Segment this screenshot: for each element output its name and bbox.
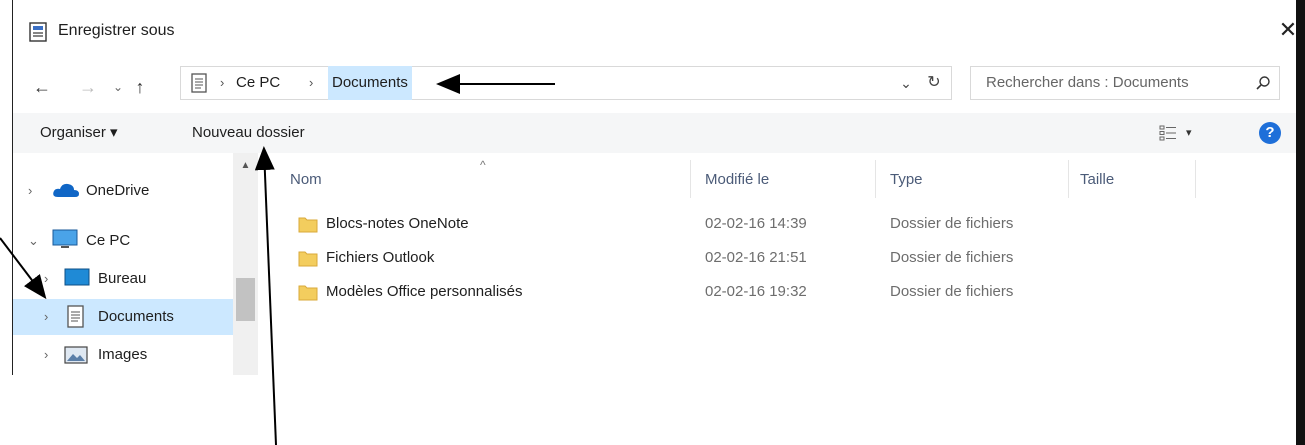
file-name[interactable]: Fichiers Outlook	[326, 243, 434, 273]
computer-icon	[52, 229, 78, 248]
address-dropdown-button[interactable]: ⌄	[898, 66, 914, 100]
up-button[interactable]: ↑	[128, 72, 152, 102]
sidebar-item-ce-pc[interactable]: Ce PC	[86, 224, 130, 258]
file-name[interactable]: Modèles Office personnalisés	[326, 277, 523, 307]
file-modified: 02-02-16 19:32	[705, 283, 807, 300]
sidebar-item-documents[interactable]: Documents	[98, 300, 174, 334]
file-type: Dossier de fichiers	[890, 283, 1014, 300]
column-header-size[interactable]: Taille	[1080, 168, 1114, 192]
sidebar-item-bureau[interactable]: Bureau	[98, 262, 146, 296]
expand-chevron[interactable]: ›	[44, 300, 48, 334]
scrollbar-thumb[interactable]	[236, 278, 255, 321]
search-input[interactable]: Rechercher dans : Documents	[986, 66, 1189, 100]
desktop-icon	[64, 268, 90, 286]
address-bar[interactable]	[180, 66, 952, 100]
file-type: Dossier de fichiers	[890, 249, 1014, 266]
view-dropdown-button[interactable]: ▾	[1186, 113, 1192, 153]
file-type: Dossier de fichiers	[890, 215, 1014, 232]
window-title: Enregistrer sous	[58, 22, 175, 39]
column-header-name[interactable]: Nom	[290, 168, 322, 192]
new-folder-button[interactable]: Nouveau dossier	[192, 113, 305, 153]
column-header-modified[interactable]: Modifié le	[705, 168, 769, 192]
forward-button[interactable]: →	[76, 72, 100, 102]
collapse-chevron[interactable]: ⌄	[28, 224, 39, 258]
back-button[interactable]: ←	[30, 72, 54, 102]
breadcrumb-separator[interactable]: ›	[220, 66, 224, 100]
file-modified: 02-02-16 14:39	[705, 215, 807, 232]
help-button[interactable]: ?	[1259, 122, 1281, 144]
column-header-type[interactable]: Type	[890, 168, 923, 192]
sidebar-item-onedrive[interactable]: OneDrive	[86, 174, 149, 208]
cloud-icon	[53, 183, 79, 197]
sort-ascending-icon: ^	[480, 158, 486, 172]
column-divider[interactable]	[875, 160, 876, 198]
breadcrumb-ce-pc[interactable]: Ce PC	[236, 66, 280, 100]
file-modified: 02-02-16 21:51	[705, 249, 807, 266]
organize-button[interactable]: Organiser ▾	[40, 113, 118, 153]
sidebar-scrollbar[interactable]	[233, 153, 258, 375]
folder-icon	[298, 251, 318, 267]
recent-locations-button[interactable]: ⌄	[110, 72, 126, 102]
sidebar-item-images[interactable]: Images	[98, 338, 147, 372]
expand-chevron[interactable]: ›	[28, 174, 32, 208]
breadcrumb-documents[interactable]: Documents	[328, 66, 412, 100]
folder-icon	[298, 285, 318, 301]
image-icon	[64, 346, 88, 364]
document-icon	[67, 305, 84, 328]
refresh-button[interactable]: ↻	[924, 66, 944, 100]
close-button[interactable]: ✕	[1276, 18, 1300, 42]
scroll-up-arrow-icon[interactable]: ▲	[233, 160, 258, 171]
column-divider[interactable]	[1195, 160, 1196, 198]
column-divider[interactable]	[690, 160, 691, 198]
window-right-border	[1296, 0, 1305, 445]
file-name[interactable]: Blocs-notes OneNote	[326, 209, 469, 239]
folder-icon	[298, 217, 318, 233]
column-divider[interactable]	[1068, 160, 1069, 198]
view-details-icon[interactable]	[1158, 123, 1178, 143]
breadcrumb-separator[interactable]: ›	[309, 66, 313, 100]
document-icon	[191, 73, 207, 93]
search-icon[interactable]	[1255, 75, 1271, 91]
save-dialog-icon	[29, 22, 47, 42]
expand-chevron[interactable]: ›	[44, 262, 48, 296]
expand-chevron[interactable]: ›	[44, 338, 48, 372]
